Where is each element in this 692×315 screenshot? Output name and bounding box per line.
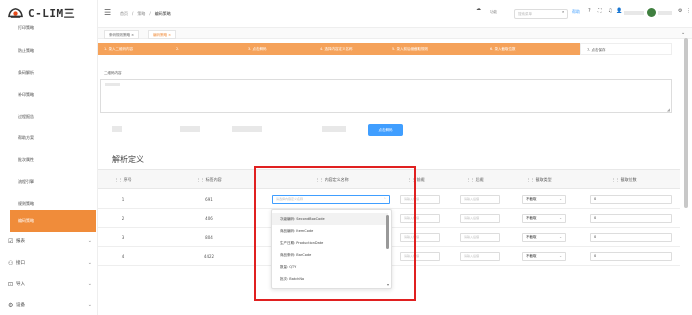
breadcrumb: 首页 / 策略 / 编码策略 xyxy=(120,11,171,17)
cut-digits-input[interactable]: 0 xyxy=(590,214,672,223)
chevron-down-icon: ⌄ xyxy=(87,238,92,244)
suffix-input[interactable]: 请输入后缀 xyxy=(460,214,500,223)
chevron-down-icon: ⌄ xyxy=(559,216,562,220)
redacted-field-4 xyxy=(322,126,346,132)
breadcrumb-item-current: 编码策略 xyxy=(154,11,171,16)
step-4: 4. 选择内容定义名称 xyxy=(320,47,353,51)
steps-bar: 1. 录入二维码内容 2. 3. 点击解码 4. 选择内容定义名称 5. 录入前… xyxy=(98,43,672,55)
tab-bar: 条码规则策略 × 编码策略 × ⌄ xyxy=(98,28,692,39)
sidebar-item-print-policy[interactable]: 打印策略 xyxy=(0,17,98,39)
cell-content: 4422 xyxy=(203,254,215,259)
chevron-down-icon: ⌄ xyxy=(87,260,92,266)
sidebar-item-reprint-policy[interactable]: 补印策略 xyxy=(0,84,98,106)
bell-icon[interactable]: ♫ xyxy=(608,8,612,14)
cloud-icon[interactable]: ☁ xyxy=(476,6,481,12)
sidebar-item-batch-attr[interactable]: 批次属性 xyxy=(0,149,98,171)
redacted-field-3 xyxy=(232,126,262,132)
decode-button[interactable]: 点击解码 xyxy=(368,124,403,136)
report-icon: ☑ xyxy=(8,237,14,245)
redacted-field-1 xyxy=(112,126,122,132)
import-icon: ⊡ xyxy=(8,280,14,288)
page-scrollbar[interactable] xyxy=(684,38,688,208)
cell-content: 406 xyxy=(205,216,213,221)
interface-icon: ⚇ xyxy=(8,259,14,267)
cut-digits-input[interactable]: 0 xyxy=(590,233,672,242)
cell-seq: 1 xyxy=(121,197,125,202)
suffix-input[interactable]: 请输入后缀 xyxy=(460,195,500,204)
highlight-box xyxy=(254,166,416,301)
breadcrumb-item-policy[interactable]: 策略 xyxy=(137,11,145,17)
cut-digits-input[interactable]: 0 xyxy=(590,252,672,261)
account-blurred xyxy=(658,11,672,15)
qr-content-blurred xyxy=(105,83,120,86)
col-cut-type: ⋮⋮ 截取类型 xyxy=(526,177,552,182)
suffix-input[interactable]: 请输入后缀 xyxy=(460,252,500,261)
redacted-field-2 xyxy=(180,126,200,132)
tabs-chevron-down-icon[interactable]: ⌄ xyxy=(681,30,685,36)
fullscreen-icon[interactable]: ⛶ xyxy=(598,8,602,14)
cell-seq: 3 xyxy=(121,235,125,240)
chevron-down-icon: ⌄ xyxy=(87,302,92,308)
step-6: 6. 录入截取位数 xyxy=(490,47,516,51)
cut-type-select[interactable]: 不截取 ⌄ xyxy=(522,195,566,204)
col-seq: ⋮⋮ 序号 xyxy=(114,177,132,182)
tab-barcode-rule[interactable]: 条码规则策略 × xyxy=(104,30,140,39)
col-cut-digits: ⋮⋮ 截取位数 xyxy=(611,177,637,182)
gear-icon[interactable]: ⚙ xyxy=(678,8,682,14)
avatar[interactable] xyxy=(647,8,656,17)
more-icon[interactable]: ⋮ xyxy=(686,8,691,14)
sidebar-item-flow-engine[interactable]: 流程引擎 xyxy=(0,171,98,193)
search-input[interactable]: 搜索菜单 xyxy=(514,9,568,19)
col-suffix: ⋮⋮ 后缀 xyxy=(466,177,484,182)
cell-seq: 2 xyxy=(121,216,125,221)
settings-label[interactable]: 功能 xyxy=(490,10,497,15)
chevron-down-icon: ⌄ xyxy=(559,197,562,201)
chevron-down-icon: ⌄ xyxy=(87,281,92,287)
sidebar-item-help-plan[interactable]: 帮助方案 xyxy=(0,127,98,149)
breadcrumb-item-home[interactable]: 首页 xyxy=(120,11,128,17)
cut-type-select[interactable]: 不截取 ⌄ xyxy=(522,252,566,261)
suffix-input[interactable]: 请输入后缀 xyxy=(460,233,500,242)
step-1: 1. 录入二维码内容 xyxy=(104,47,133,51)
step-2: 2. xyxy=(176,47,180,51)
search-icon[interactable]: ⌕ xyxy=(562,9,564,14)
qr-content-label: 二维码内容 xyxy=(104,71,122,75)
cut-digits-input[interactable]: 0 xyxy=(590,195,672,204)
tab-coding-policy[interactable]: 编码策略 × xyxy=(148,30,177,39)
step-3: 3. 点击解码 xyxy=(248,47,267,51)
device-icon: ⚙ xyxy=(8,301,14,309)
question-icon[interactable]: ? xyxy=(588,8,591,14)
cut-type-select[interactable]: 不截取 ⌄ xyxy=(522,214,566,223)
chevron-down-icon: ⌄ xyxy=(559,235,562,239)
menu-toggle-icon[interactable]: ☰ xyxy=(104,8,111,17)
help-link[interactable]: 帮助 xyxy=(572,9,580,15)
username-blurred xyxy=(624,11,644,15)
qr-content-textarea[interactable]: ◢ xyxy=(100,79,672,113)
top-header: ☰ 首页 / 策略 / 编码策略 ☁ 功能 搜索菜单 ⌕ 帮助 ? ⛶ ♫ 👤 … xyxy=(98,0,692,28)
sidebar-item-coding-policy[interactable]: 编码策略 xyxy=(10,210,96,232)
cut-type-select[interactable]: 不截取 ⌄ xyxy=(522,233,566,242)
cell-content: 804 xyxy=(205,235,213,240)
cell-content: 691 xyxy=(205,197,213,202)
sidebar-group-report[interactable]: ☑ 报表 ⌄ xyxy=(0,230,98,252)
sidebar-item-prevent-policy[interactable]: 防止策略 xyxy=(0,40,98,62)
user-icon[interactable]: 👤 xyxy=(616,8,622,14)
sidebar-group-device[interactable]: ⚙ 设备 ⌄ xyxy=(0,294,98,315)
sidebar-item-process-report[interactable]: 过程报告 xyxy=(0,106,98,128)
sidebar-item-barcode-parse[interactable]: 条码解析 xyxy=(0,62,98,84)
chevron-down-icon: ⌄ xyxy=(559,254,562,258)
cell-seq: 4 xyxy=(121,254,125,259)
step-7: 7. 点击保存 xyxy=(580,43,672,55)
step-5: 5. 录入前后缀截取规则 xyxy=(392,47,428,51)
resize-handle-icon[interactable]: ◢ xyxy=(667,107,670,112)
col-label-content: ⋮⋮ 标签内容 xyxy=(196,177,222,182)
sidebar-group-import[interactable]: ⊡ 导入 ⌄ xyxy=(0,273,98,295)
sidebar-group-interface[interactable]: ⚇ 接口 ⌄ xyxy=(0,252,98,274)
section-title: 解析定义 xyxy=(112,155,144,164)
